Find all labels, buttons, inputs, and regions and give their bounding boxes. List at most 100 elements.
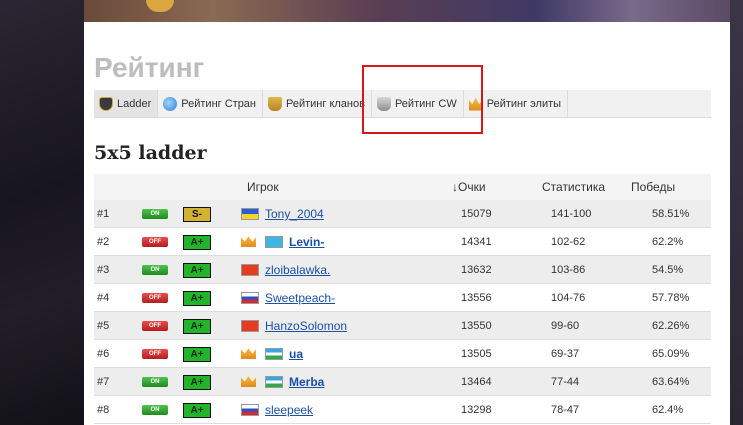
ladder-table: Игрок ↓Очки Статистика Победы #1 ON S- Tony… [94, 174, 711, 424]
league-badge: A+ [183, 263, 211, 278]
player-link[interactable]: Sweetpeach- [265, 291, 335, 305]
crown-icon [241, 376, 256, 387]
player-link[interactable]: Merba [289, 375, 324, 389]
league-badge: A+ [183, 319, 211, 334]
stats-cell: 103-86 [551, 264, 586, 276]
stats-cell: 104-76 [551, 292, 586, 304]
stats-cell: 77-44 [551, 376, 580, 388]
player-link[interactable]: zloibalawka. [265, 263, 330, 277]
column-header-stats[interactable]: Статистика [542, 180, 605, 194]
wins-cell: 57.78% [652, 292, 690, 304]
score-cell: 13505 [461, 348, 492, 360]
stats-cell: 141-100 [551, 208, 592, 220]
player-link[interactable]: Levin- [289, 235, 324, 249]
player-link[interactable]: ua [289, 347, 303, 361]
tab-label: Рейтинг CW [394, 97, 457, 110]
status-badge: ON [142, 265, 168, 275]
crown-icon [241, 348, 256, 359]
table-row: #7 ON A+ Merba 13464 77-44 63.64% [94, 368, 711, 396]
uz-flag-icon [265, 376, 283, 388]
status-badge: ON [142, 405, 168, 415]
crown-icon [468, 97, 483, 111]
tab-country-rating[interactable]: Рейтинг Стран [158, 90, 263, 117]
rank-cell: #4 [97, 292, 110, 304]
trophy-silver-icon [376, 96, 391, 111]
score-cell: 13556 [461, 292, 492, 304]
background-left [0, 0, 84, 425]
score-cell: 13464 [461, 376, 492, 388]
kz-flag-icon [265, 236, 283, 248]
stats-cell: 78-47 [551, 404, 580, 416]
score-cell: 13632 [461, 264, 492, 276]
section-title: 5x5 ladder [94, 142, 207, 164]
crown-icon [241, 236, 256, 247]
wins-cell: 63.64% [652, 376, 690, 388]
status-badge: ON [142, 209, 168, 219]
tab-cw-rating[interactable]: Рейтинг CW [372, 90, 464, 117]
banner-emblem [146, 0, 174, 12]
status-badge: OFF [142, 321, 168, 331]
league-badge: A+ [183, 375, 211, 390]
ru-flag-icon [241, 404, 259, 416]
page-title: Рейтинг [94, 52, 205, 83]
rank-cell: #3 [97, 264, 110, 276]
column-header-score[interactable]: ↓Очки [452, 180, 486, 194]
ua-flag-icon [241, 208, 259, 220]
league-badge: A+ [183, 235, 211, 250]
ru-flag-icon [241, 292, 259, 304]
player-link[interactable]: HanzoSolomon [265, 319, 347, 333]
rank-cell: #2 [97, 236, 110, 248]
score-cell: 13298 [461, 404, 492, 416]
league-badge: A+ [183, 347, 211, 362]
tab-label: Рейтинг кланов [286, 97, 365, 110]
rank-cell: #5 [97, 320, 110, 332]
table-body: #1 ON S- Tony_2004 15079 141-100 58.51% #2 OFF A+… [94, 200, 711, 424]
rank-cell: #6 [97, 348, 110, 360]
tab-ladder[interactable]: Ladder [94, 90, 159, 117]
stats-cell: 69-37 [551, 348, 580, 360]
background-right [730, 0, 743, 425]
rank-cell: #1 [97, 208, 110, 220]
player-link[interactable]: sleepeek [265, 403, 313, 417]
wins-cell: 62.26% [652, 320, 690, 332]
wins-cell: 65.09% [652, 348, 690, 360]
status-badge: ON [142, 377, 168, 387]
tab-bar: Ladder Рейтинг Стран Рейтинг кланов Рейт… [94, 90, 711, 118]
wins-cell: 54.5% [652, 264, 684, 276]
table-header: Игрок ↓Очки Статистика Победы [94, 174, 711, 200]
table-row: #2 OFF A+ Levin- 14341 102-62 62.2% [94, 228, 711, 256]
globe-icon [163, 96, 178, 111]
score-cell: 13550 [461, 320, 492, 332]
league-badge: A+ [183, 291, 211, 306]
trophy-icon [268, 96, 282, 111]
table-row: #3 ON A+ zloibalawka. 13632 103-86 54.5% [94, 256, 711, 284]
uz-flag-icon [265, 348, 283, 360]
status-badge: OFF [142, 293, 168, 303]
tab-clan-rating[interactable]: Рейтинг кланов [263, 90, 372, 117]
tab-label: Рейтинг элиты [486, 97, 562, 110]
wins-cell: 62.4% [652, 404, 684, 416]
table-row: #5 OFF A+ HanzoSolomon 13550 99-60 62.26% [94, 312, 711, 340]
kg-flag-icon [241, 320, 259, 332]
score-cell: 14341 [461, 236, 492, 248]
wins-cell: 62.2% [652, 236, 684, 248]
kg-flag-icon [241, 264, 259, 276]
status-badge: OFF [142, 237, 168, 247]
league-badge: A+ [183, 403, 211, 418]
score-cell: 15079 [461, 208, 492, 220]
column-header-wins[interactable]: Победы [631, 180, 675, 194]
header-banner [84, 0, 730, 22]
tab-label: Рейтинг Стран [181, 97, 256, 110]
rank-cell: #8 [97, 404, 110, 416]
ladder-shield-icon [99, 96, 113, 111]
content-panel: Рейтинг Ladder Рейтинг Стран Рейтинг кла… [84, 22, 730, 425]
table-row: #6 OFF A+ ua 13505 69-37 65.09% [94, 340, 711, 368]
status-badge: OFF [142, 349, 168, 359]
column-header-player[interactable]: Игрок [247, 180, 279, 194]
table-row: #4 OFF A+ Sweetpeach- 13556 104-76 57.78% [94, 284, 711, 312]
rank-cell: #7 [97, 376, 110, 388]
tab-label: Ladder [117, 97, 152, 110]
wins-cell: 58.51% [652, 208, 690, 220]
player-link[interactable]: Tony_2004 [265, 207, 324, 221]
tab-elite-rating[interactable]: Рейтинг элиты [464, 90, 569, 117]
